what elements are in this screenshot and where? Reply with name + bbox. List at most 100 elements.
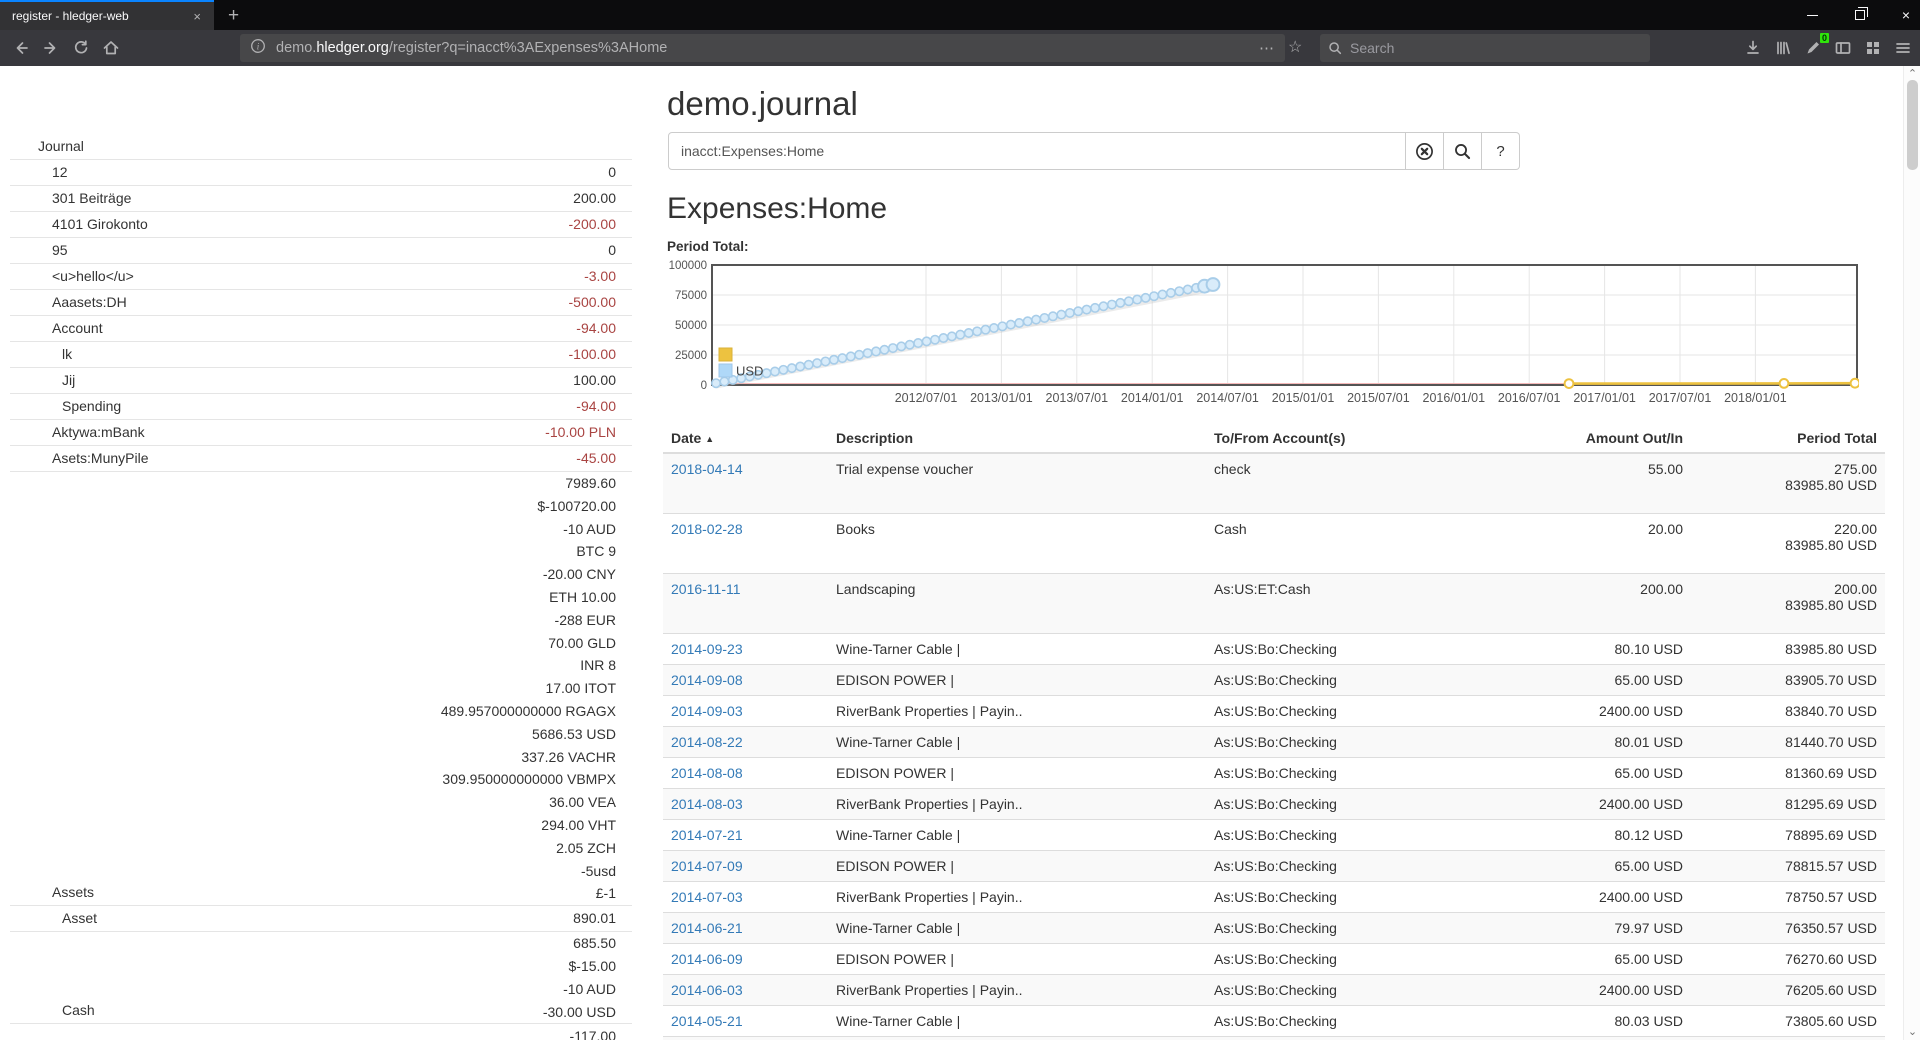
register-row[interactable]: 2014-08-22Wine-Tarner Cable |As:US:Bo:Ch…: [663, 727, 1885, 758]
x-tick-label: 2015/01/01: [1272, 391, 1335, 405]
register-row[interactable]: 2014-05-08EDISON POWER |As:US:Bo:Checkin…: [663, 1037, 1885, 1040]
sidebar-account-link[interactable]: 12: [10, 160, 68, 185]
url-overflow-icon[interactable]: ⋯: [1259, 39, 1275, 57]
tab-close-icon[interactable]: ×: [188, 7, 206, 26]
back-icon: [12, 39, 30, 57]
sidebar-account-link[interactable]: Assets: [10, 880, 94, 905]
register-row[interactable]: 2014-08-03RiverBank Properties | Payin..…: [663, 789, 1885, 820]
register-row[interactable]: 2014-06-03RiverBank Properties | Payin..…: [663, 975, 1885, 1006]
account-balance: -94.00: [103, 316, 632, 341]
register-row[interactable]: 2014-08-08EDISON POWER |As:US:Bo:Checkin…: [663, 758, 1885, 789]
transaction-description: Wine-Tarner Cable |: [828, 820, 1206, 851]
scrollbar-thumb[interactable]: [1907, 80, 1918, 170]
forward-button[interactable]: [36, 34, 66, 62]
transaction-date-link[interactable]: 2014-07-03: [671, 889, 743, 905]
scrollbar-up-icon[interactable]: ⌃: [1904, 67, 1920, 80]
sidebar-account-link[interactable]: Aktywa:mBank: [10, 420, 145, 445]
sidebar-account-link[interactable]: Account: [10, 316, 103, 341]
bookmark-star-icon[interactable]: ☆: [1288, 37, 1302, 57]
help-button[interactable]: ?: [1482, 132, 1520, 170]
register-row[interactable]: 2016-11-11LandscapingAs:US:ET:Cash200.00…: [663, 574, 1885, 634]
account-balance: 200.00: [131, 186, 632, 211]
transaction-date-link[interactable]: 2014-06-09: [671, 951, 743, 967]
transaction-date-link[interactable]: 2014-06-21: [671, 920, 743, 936]
search-submit-button[interactable]: [1444, 132, 1482, 170]
column-header-amount[interactable]: Amount Out/In: [1506, 424, 1691, 453]
transaction-date-link[interactable]: 2014-09-03: [671, 703, 743, 719]
register-row[interactable]: 2014-09-08 EDISON POWER |As:US:Bo:Checkin…: [663, 665, 1885, 696]
back-button[interactable]: [6, 34, 36, 62]
transaction-date-link[interactable]: 2014-09-23: [671, 641, 743, 657]
register-row[interactable]: 2018-04-14Trial expense vouchercheck55.0…: [663, 453, 1885, 514]
window-restore-button[interactable]: [1838, 0, 1882, 30]
register-row[interactable]: 2014-09-03RiverBank Properties | Payin..…: [663, 696, 1885, 727]
balance-amount: 0: [68, 238, 616, 263]
reload-button[interactable]: [66, 34, 96, 62]
window-minimize-button[interactable]: [1790, 0, 1834, 30]
transaction-date-link[interactable]: 2018-04-14: [671, 461, 743, 477]
transaction-date-link[interactable]: 2018-02-28: [671, 521, 743, 537]
sidebar-account-link[interactable]: 4101 Girokonto: [10, 212, 148, 237]
browser-search-field[interactable]: Search: [1320, 34, 1650, 62]
amount-out-in: 200.00: [1506, 574, 1691, 634]
y-tick-label: 0: [701, 380, 707, 392]
column-header-period-total[interactable]: Period Total: [1691, 424, 1885, 453]
sidebar-account-link[interactable]: lk: [10, 342, 72, 367]
register-row[interactable]: 2014-06-21Wine-Tarner Cable |As:US:Bo:Ch…: [663, 913, 1885, 944]
url-bar[interactable]: i demo.hledger.org/register?q=inacct%3AE…: [240, 34, 1285, 62]
sidebar-account-link[interactable]: <u>hello</u>: [10, 264, 134, 289]
column-header-description[interactable]: Description: [828, 424, 1206, 453]
balance-amount: 200.00: [131, 186, 616, 211]
site-info-icon[interactable]: i: [250, 38, 266, 58]
scrollbar-down-icon[interactable]: ⌄: [1904, 1025, 1920, 1038]
library-icon: [1774, 39, 1792, 57]
new-tab-button[interactable]: +: [228, 2, 239, 30]
transaction-date-link[interactable]: 2016-11-11: [671, 581, 741, 597]
register-row[interactable]: 2014-05-21Wine-Tarner Cable |As:US:Bo:Ch…: [663, 1006, 1885, 1037]
register-row[interactable]: 2014-07-09EDISON POWER |As:US:Bo:Checkin…: [663, 851, 1885, 882]
sidebars-button[interactable]: [1828, 34, 1858, 62]
amount-out-in: 2400.00 USD: [1506, 696, 1691, 727]
extensions-button[interactable]: [1858, 34, 1888, 62]
library-button[interactable]: [1768, 34, 1798, 62]
transaction-description: EDISON POWER |: [828, 665, 1206, 696]
transaction-account: As:US:Bo:Checking: [1206, 665, 1506, 696]
transaction-date-link[interactable]: 2014-05-21: [671, 1013, 743, 1029]
transaction-date-link[interactable]: 2014-09-08: [671, 672, 743, 688]
sidebar-account-link[interactable]: Asets:MunyPile: [10, 446, 148, 471]
page-scrollbar[interactable]: ⌃ ⌄: [1903, 66, 1920, 1040]
period-total: 76350.57 USD: [1691, 913, 1885, 944]
register-row[interactable]: 2014-07-03RiverBank Properties | Payin..…: [663, 882, 1885, 913]
query-input[interactable]: [668, 132, 1406, 170]
register-row[interactable]: 2018-02-28BooksCash20.00220.0083985.80 U…: [663, 514, 1885, 574]
sidebar-journal-link[interactable]: Journal: [10, 134, 632, 160]
register-row[interactable]: 2014-09-23Wine-Tarner Cable |As:US:Bo:Ch…: [663, 634, 1885, 665]
transaction-account: As:US:Bo:Checking: [1206, 851, 1506, 882]
sidebar-account-link[interactable]: Jij: [10, 368, 75, 393]
window-close-button[interactable]: ×: [1884, 0, 1920, 30]
column-header-accounts[interactable]: To/From Account(s): [1206, 424, 1506, 453]
sidebar-account-link[interactable]: Spending: [10, 394, 121, 419]
home-button[interactable]: [96, 34, 126, 62]
navigation-toolbar: i demo.hledger.org/register?q=inacct%3AE…: [0, 30, 1920, 66]
transaction-date-link[interactable]: 2014-08-22: [671, 734, 743, 750]
browser-tab[interactable]: register - hledger-web ×: [0, 0, 214, 30]
sidebar-account-link[interactable]: Aaasets:DH: [10, 290, 127, 315]
account-balance: 685.50$-15.00-10 AUD-30.00 USD: [95, 932, 632, 1023]
register-row[interactable]: 2014-07-21Wine-Tarner Cable |As:US:Bo:Ch…: [663, 820, 1885, 851]
notes-addon-button[interactable]: 0: [1798, 34, 1828, 62]
downloads-button[interactable]: [1738, 34, 1768, 62]
sidebar-account-link[interactable]: 301 Beiträge: [10, 186, 131, 211]
transaction-date-link[interactable]: 2014-07-09: [671, 858, 743, 874]
sidebar-account-link[interactable]: Asset: [10, 906, 97, 931]
transaction-date-link[interactable]: 2014-07-21: [671, 827, 743, 843]
sidebar-account-link[interactable]: Cash: [10, 998, 95, 1023]
clear-query-button[interactable]: [1406, 132, 1444, 170]
transaction-date-link[interactable]: 2014-08-03: [671, 796, 743, 812]
transaction-date-link[interactable]: 2014-08-08: [671, 765, 743, 781]
register-row[interactable]: 2014-06-09EDISON POWER |As:US:Bo:Checkin…: [663, 944, 1885, 975]
transaction-date-link[interactable]: 2014-06-03: [671, 982, 743, 998]
sidebar-account-link[interactable]: 95: [10, 238, 68, 263]
menu-button[interactable]: [1888, 34, 1918, 62]
column-header-date[interactable]: Date ▲: [663, 424, 828, 453]
